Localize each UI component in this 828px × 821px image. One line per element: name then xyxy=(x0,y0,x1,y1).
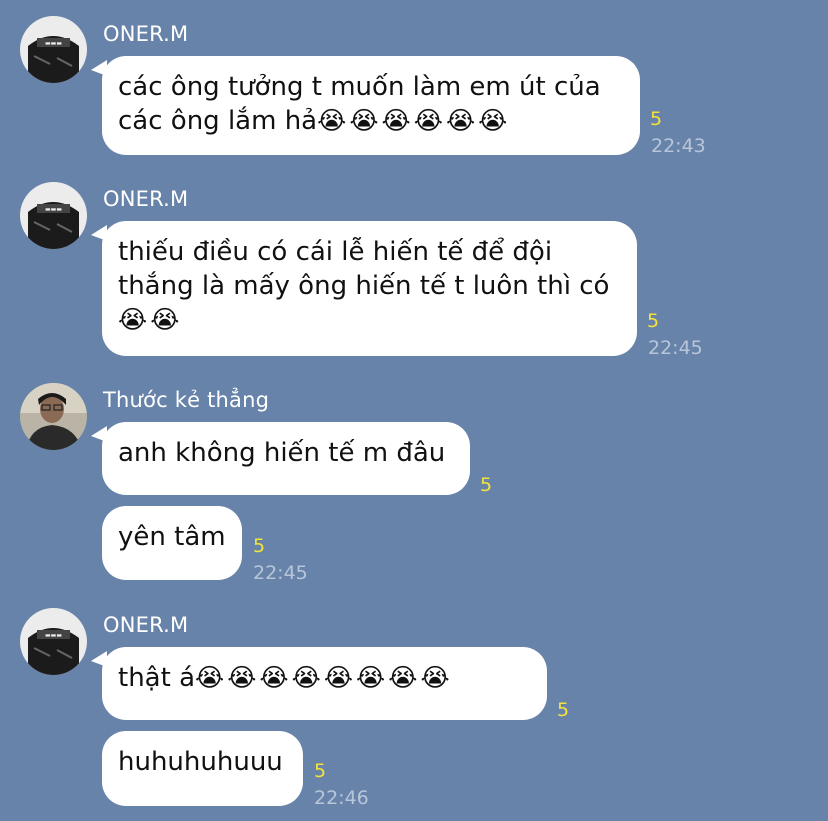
message-text-line: thiếu điều có cái lễ hiến tế để đội xyxy=(118,237,553,267)
svg-text:▬▬▬: ▬▬▬ xyxy=(45,40,62,47)
message-time: 22:45 xyxy=(253,562,308,584)
message-bubble[interactable]: huhuhuhuuu xyxy=(102,731,303,806)
oner-avatar-icon[interactable]: ▬▬▬ xyxy=(20,16,87,83)
message-bubble[interactable]: thiếu điều có cái lễ hiến tế để đội thắn… xyxy=(91,221,637,356)
message-text-line: các ông tưởng t muốn làm em út của xyxy=(118,72,601,102)
svg-text:▬▬▬: ▬▬▬ xyxy=(45,206,62,213)
message-text: yên tâm xyxy=(118,522,226,552)
message-time: 22:45 xyxy=(648,337,703,359)
user-photo-avatar-icon[interactable] xyxy=(20,383,87,450)
crying-emoji-icon: 😭😭😭😭😭😭 xyxy=(317,106,511,135)
read-count: 5 xyxy=(253,535,266,557)
sender-name: ONER.M xyxy=(103,22,189,46)
crying-emoji-icon: 😭😭😭😭😭😭😭😭 xyxy=(195,663,453,692)
message-text: anh không hiến tế m đâu xyxy=(118,438,446,468)
read-count: 5 xyxy=(314,760,327,782)
read-count: 5 xyxy=(557,699,570,721)
svg-text:▬▬▬: ▬▬▬ xyxy=(45,632,62,639)
message-time: 22:46 xyxy=(314,787,369,809)
sender-name: Thước kẻ thẳng xyxy=(103,388,270,412)
sender-name: ONER.M xyxy=(103,613,189,637)
message-bubble[interactable]: yên tâm xyxy=(102,506,242,580)
message-text-line: các ông lắm hả xyxy=(118,106,318,136)
message-bubble[interactable]: các ông tưởng t muốn làm em út của các ô… xyxy=(91,56,640,155)
message-text: huhuhuhuuu xyxy=(118,747,283,777)
oner-avatar-icon[interactable]: ▬▬▬ xyxy=(20,182,87,249)
message-bubble[interactable]: thật á😭😭😭😭😭😭😭😭 xyxy=(91,647,547,720)
message-time: 22:43 xyxy=(651,135,706,157)
message-bubble[interactable]: anh không hiến tế m đâu xyxy=(91,422,470,495)
read-count: 5 xyxy=(650,108,663,130)
crying-emoji-icon: 😭😭 xyxy=(118,305,183,334)
message-text-line: thắng là mấy ông hiến tế t luôn thì có xyxy=(118,271,610,301)
read-count: 5 xyxy=(647,310,660,332)
sender-name: ONER.M xyxy=(103,187,189,211)
oner-avatar-icon[interactable]: ▬▬▬ xyxy=(20,608,87,675)
read-count: 5 xyxy=(480,474,493,496)
message-text: thật á xyxy=(118,663,195,693)
